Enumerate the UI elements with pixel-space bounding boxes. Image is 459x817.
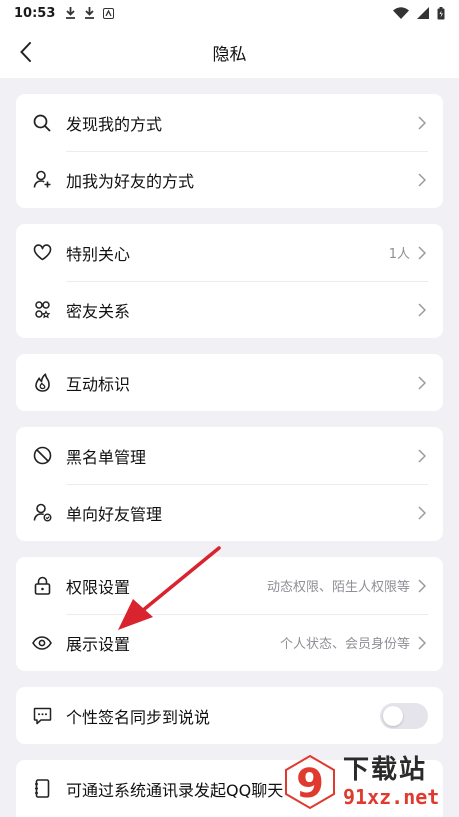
row-label: 展示设置 (66, 634, 131, 654)
display-summary: 个人状态、会员身份等 (279, 637, 410, 652)
signal-icon (417, 7, 429, 19)
chevron-right-icon (416, 635, 428, 651)
row-label: 单向好友管理 (66, 504, 163, 524)
signature-sync-toggle[interactable] (380, 702, 428, 729)
permission-summary: 动态权限、陌生人权限等 (266, 580, 410, 595)
row-blacklist[interactable]: 黑名单管理 (16, 427, 443, 484)
close-friends-icon (32, 300, 52, 320)
settings-card-interaction: 互动标识 (16, 354, 443, 411)
watermark-text: 下载站 91xz.net (343, 755, 439, 809)
app-notification-icon (103, 7, 115, 19)
row-label: 个性签名同步到说说 (66, 707, 211, 727)
contacts-icon (32, 779, 52, 799)
status-time: 10:53 (14, 5, 56, 21)
row-interaction-marks[interactable]: 互动标识 (16, 354, 443, 411)
row-permission-settings[interactable]: 权限设置 动态权限、陌生人权限等 (16, 557, 443, 614)
chevron-right-icon (416, 448, 428, 464)
special-care-count: 1人 (388, 247, 410, 262)
row-add-friend-method[interactable]: 加我为好友的方式 (16, 151, 443, 208)
back-button[interactable] (10, 36, 42, 68)
chevron-right-icon (416, 172, 428, 188)
add-user-icon (32, 170, 52, 190)
row-display-settings[interactable]: 展示设置 个人状态、会员身份等 (16, 614, 443, 671)
watermark: 9 下载站 91xz.net (283, 751, 453, 813)
row-label: 特别关心 (66, 244, 131, 264)
row-label: 发现我的方式 (66, 114, 163, 134)
chevron-right-icon (416, 578, 428, 594)
lock-icon (32, 576, 52, 596)
download-icon (85, 7, 95, 19)
row-label: 黑名单管理 (66, 447, 147, 467)
page-title: 隐私 (212, 44, 247, 65)
heart-icon (32, 243, 52, 263)
download-icon (66, 7, 76, 19)
signature-icon (32, 706, 52, 726)
flame-icon (32, 373, 52, 393)
watermark-logo: 9 (283, 753, 337, 811)
watermark-domain: 91xz.net (343, 785, 440, 809)
row-special-care[interactable]: 特别关心 1人 (16, 224, 443, 281)
eye-icon (32, 633, 52, 653)
settings-card-blocking: 黑名单管理 单向好友管理 (16, 427, 443, 541)
row-label: 权限设置 (66, 577, 131, 597)
watermark-site-name: 下载站 (343, 755, 428, 785)
notification-icons (65, 7, 115, 19)
chevron-left-icon (20, 42, 31, 62)
status-bar: 10:53 (0, 0, 459, 26)
search-icon (32, 113, 52, 133)
wifi-icon (393, 7, 409, 19)
settings-card-permissions: 权限设置 动态权限、陌生人权限等 展示设置 个人状态、会员身份等 (16, 557, 443, 671)
row-label: 加我为好友的方式 (66, 171, 195, 191)
chevron-right-icon (416, 245, 428, 261)
nav-bar: 隐私 (0, 26, 459, 78)
settings-card-discovery: 发现我的方式 加我为好友的方式 (16, 94, 443, 208)
settings-list: 发现我的方式 加我为好友的方式 特别关心 1人 密友关系 互动标识 黑名单管理 … (0, 78, 459, 817)
toggle-knob (383, 705, 403, 726)
settings-card-signature: 个性签名同步到说说 (16, 687, 443, 744)
chevron-right-icon (416, 375, 428, 391)
row-signature-sync: 个性签名同步到说说 (16, 687, 443, 744)
settings-card-relations: 特别关心 1人 密友关系 (16, 224, 443, 338)
chevron-right-icon (416, 505, 428, 521)
battery-icon (437, 6, 445, 19)
row-label: 密友关系 (66, 301, 131, 321)
chevron-right-icon (416, 302, 428, 318)
chevron-right-icon (416, 115, 428, 131)
one-way-friend-icon (32, 503, 52, 523)
row-label: 互动标识 (66, 374, 131, 394)
row-find-me-method[interactable]: 发现我的方式 (16, 94, 443, 151)
row-one-way-friends[interactable]: 单向好友管理 (16, 484, 443, 541)
row-close-friends[interactable]: 密友关系 (16, 281, 443, 338)
block-icon (32, 446, 52, 466)
system-icons (393, 6, 445, 20)
watermark-logo-digit: 9 (296, 761, 324, 807)
